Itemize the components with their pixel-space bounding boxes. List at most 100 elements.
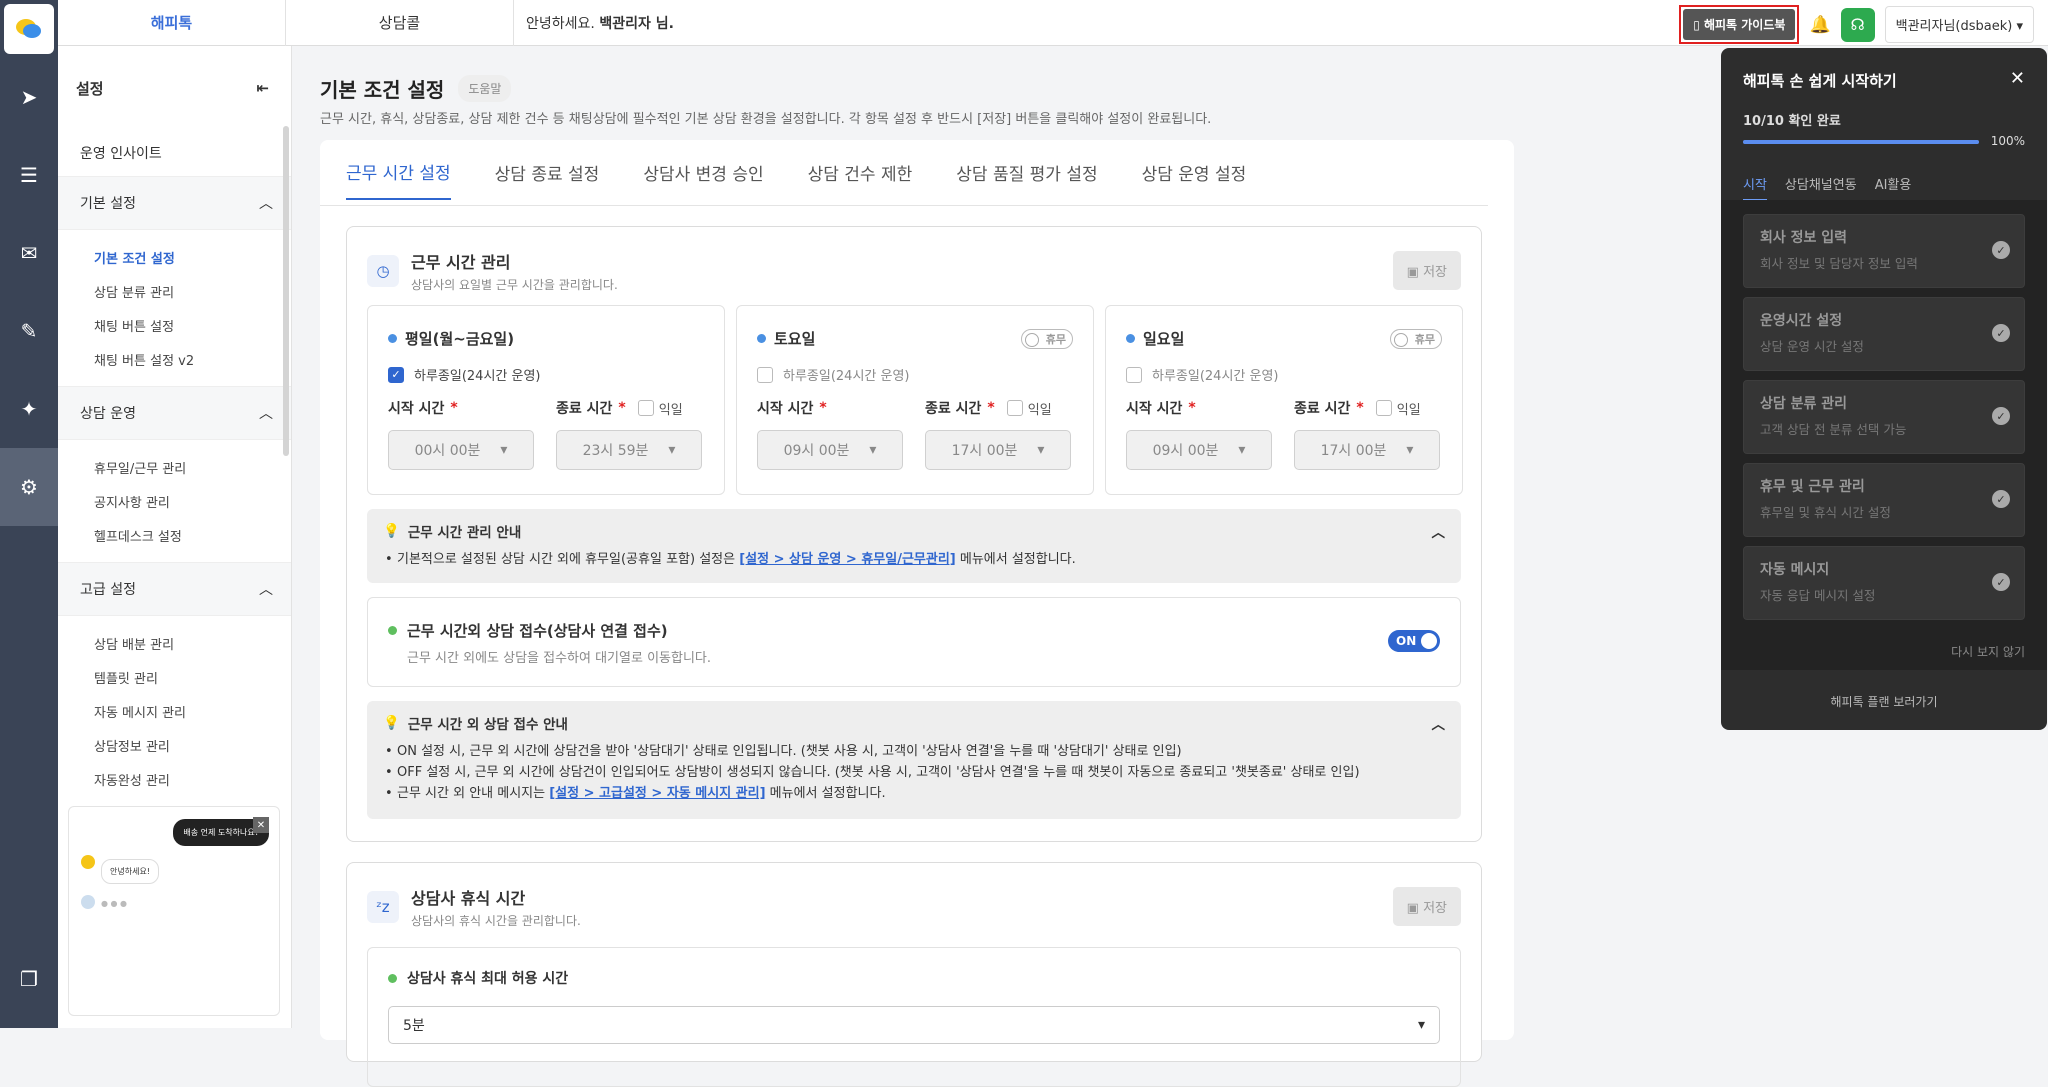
user-dropdown[interactable]: 백관리자님(dsbaek) ▾ — [1884, 6, 2034, 43]
sidebar-item-template[interactable]: 템플릿 관리 — [58, 660, 291, 694]
tab-work-time[interactable]: 근무 시간 설정 — [346, 159, 451, 200]
checklist-item[interactable]: 휴무 및 근무 관리 휴무일 및 휴식 시간 설정 ✓ — [1743, 463, 2025, 537]
tab-count-limit[interactable]: 상담 건수 제한 — [808, 160, 913, 185]
tab-consult-end[interactable]: 상담 종료 설정 — [495, 160, 600, 185]
sidebar-item-helpdesk[interactable]: 헬프데스크 설정 — [58, 518, 291, 552]
tab-quality[interactable]: 상담 품질 평가 설정 — [956, 160, 1097, 185]
ai-sparkle-icon[interactable]: ✦ — [0, 370, 58, 448]
group-label: 상담 운영 — [80, 406, 136, 422]
checklist-item[interactable]: 자동 메시지자동 응답 메시지 설정 ✓ — [1743, 546, 2025, 620]
sidebar-group-operation[interactable]: 상담 운영 ︿ — [58, 386, 291, 440]
top-right-actions: ▯ 해피톡 가이드북 🔔 ☊ 백관리자님(dsbaek) ▾ — [1679, 5, 2034, 44]
sidebar-item-basic-conditions[interactable]: 기본 조건 설정 — [58, 240, 291, 274]
guide-line: 근무 시간 외 안내 메시지는 [설정 > 고급설정 > 자동 메시지 관리] … — [383, 783, 1445, 804]
panel-tab-channel[interactable]: 상담채널연동 — [1785, 174, 1857, 201]
tab-happytalk[interactable]: 해피톡 — [58, 0, 286, 46]
sidebar-item-distribution[interactable]: 상담 배분 관리 — [58, 626, 291, 660]
start-time-value: 00시 00분 — [414, 443, 481, 459]
end-time-label: 종료 시간 — [556, 401, 613, 417]
rest-toggle[interactable]: 휴무 — [1390, 328, 1442, 349]
copy-icon[interactable]: ❐ — [0, 940, 58, 1018]
after-hours-title: 근무 시간외 상담 접수(상담사 연결 접수) — [407, 622, 668, 640]
panel-tab-start[interactable]: 시작 — [1743, 174, 1767, 201]
nextday-checkbox[interactable] — [637, 400, 654, 416]
item-title: 자동 메시지 — [1760, 562, 1830, 578]
sidebar-item-notice[interactable]: 공지사항 관리 — [58, 484, 291, 518]
nextday-label: 익일 — [1027, 402, 1052, 418]
sidebar-scrollbar[interactable] — [283, 126, 289, 456]
settings-sidebar: 설정 ⇤ 운영 인사이트 기본 설정 ︿ 기본 조건 설정 상담 분류 관리 채팅 … — [58, 46, 292, 1028]
sidebar-item-autocomplete[interactable]: 자동완성 관리 — [58, 762, 291, 796]
icon-rail: ➤ ☰ ✉ ✎ ✦ ⚙ ❐ — [0, 0, 58, 1028]
preview-close-icon[interactable]: ✕ — [253, 817, 269, 833]
sidebar-item-holiday[interactable]: 휴무일/근무 관리 — [58, 450, 291, 484]
item-subtitle: 자동 응답 메시지 설정 — [1760, 588, 1876, 603]
mail-icon[interactable]: ✉ — [0, 214, 58, 292]
item-title: 휴무 및 근무 관리 — [1760, 479, 1865, 495]
nextday-checkbox[interactable] — [1006, 400, 1023, 416]
collapse-sidebar-icon[interactable]: ⇤ — [256, 79, 269, 97]
dont-show-again-link[interactable]: 다시 보지 않기 — [1951, 643, 2025, 660]
save-label: 저장 — [1423, 265, 1447, 280]
end-time-select[interactable]: 23시 59분 ▾ — [556, 430, 702, 470]
sidebar-item-chat-button[interactable]: 채팅 버튼 설정 — [58, 308, 291, 342]
checklist-item[interactable]: 상담 분류 관리 고객 상담 전 분류 선택 가능 ✓ — [1743, 380, 2025, 454]
guidebook-button[interactable]: ▯ 해피톡 가이드북 — [1683, 9, 1796, 40]
start-time-select[interactable]: 09시 00분 ▾ — [757, 430, 903, 470]
typing-avatar-icon — [81, 895, 95, 909]
view-plans-link[interactable]: 해피톡 플랜 보러가기 — [1721, 693, 2047, 710]
sidebar-item-chat-button-v2[interactable]: 채팅 버튼 설정 v2 — [58, 342, 291, 376]
tab-consult-call[interactable]: 상담콜 — [286, 0, 514, 46]
item-subtitle: 회사 정보 및 담당자 정보 입력 — [1760, 256, 1918, 271]
send-icon[interactable]: ➤ — [0, 58, 58, 136]
caret-down-icon: ▾ — [869, 442, 877, 458]
check-icon: ✓ — [1992, 490, 2010, 508]
rest-toggle[interactable]: 휴무 — [1021, 328, 1073, 349]
section-subtitle: 상담사의 휴식 시간을 관리합니다. — [411, 914, 581, 928]
end-time-select[interactable]: 17시 00분 ▾ — [925, 430, 1071, 470]
happytalk-logo[interactable] — [4, 4, 54, 54]
start-time-select[interactable]: 09시 00분 ▾ — [1126, 430, 1272, 470]
start-time-select[interactable]: 00시 00분 ▾ — [388, 430, 534, 470]
allday-checkbox[interactable]: ✓ — [388, 366, 404, 383]
nextday-checkbox[interactable] — [1375, 400, 1392, 416]
sidebar-group-basic[interactable]: 기본 설정 ︿ — [58, 176, 291, 230]
check-icon: ✓ — [1992, 573, 2010, 591]
required-mark: * — [819, 400, 827, 416]
sidebar-group-advanced[interactable]: 고급 설정 ︿ — [58, 562, 291, 616]
auto-message-menu-link[interactable]: [설정 > 고급설정 > 자동 메시지 관리] — [549, 786, 765, 801]
holiday-menu-link[interactable]: [설정 > 상담 운영 > 휴무일/근무관리] — [739, 552, 956, 567]
tab-agent-change[interactable]: 상담사 변경 승인 — [643, 160, 763, 185]
end-time-select[interactable]: 17시 00분 ▾ — [1294, 430, 1440, 470]
caret-down-icon: ▾ — [500, 442, 508, 458]
panel-tab-ai[interactable]: AI활용 — [1875, 174, 1912, 201]
allday-checkbox[interactable] — [757, 366, 773, 383]
save-button[interactable]: ▣ 저장 — [1392, 887, 1461, 926]
help-button[interactable]: 도움말 — [458, 75, 512, 102]
save-label: 저장 — [1423, 901, 1447, 916]
edit-chat-icon[interactable]: ✎ — [0, 292, 58, 370]
settings-icon[interactable]: ⚙ — [0, 448, 58, 526]
close-icon[interactable]: ✕ — [2010, 68, 2025, 89]
save-button[interactable]: ▣ 저장 — [1392, 251, 1461, 290]
checklist-item[interactable]: 회사 정보 입력 회사 정보 및 담당자 정보 입력 ✓ — [1743, 214, 2025, 288]
sidebar-item-insight[interactable]: 운영 인사이트 — [58, 130, 291, 176]
status-dot — [388, 626, 397, 635]
caret-down-icon: ▾ — [1417, 1017, 1425, 1033]
sidebar-item-consult-info[interactable]: 상담정보 관리 — [58, 728, 291, 762]
sidebar-item-auto-message[interactable]: 자동 메시지 관리 — [58, 694, 291, 728]
chevron-up-icon[interactable]: ︿ — [1432, 713, 1446, 733]
list-icon[interactable]: ☰ — [0, 136, 58, 214]
day-name: 일요일 — [1143, 330, 1185, 348]
checklist-item[interactable]: 운영시간 설정 상담 운영 시간 설정 ✓ — [1743, 297, 2025, 371]
chevron-up-icon[interactable]: ︿ — [1432, 521, 1446, 541]
bulb-icon: 💡 — [383, 523, 400, 539]
rest-max-select[interactable]: 5분 ▾ — [388, 1006, 1440, 1044]
sidebar-item-category[interactable]: 상담 분류 관리 — [58, 274, 291, 308]
allday-checkbox[interactable] — [1126, 366, 1142, 383]
section-title: 근무 시간 관리 — [411, 253, 511, 272]
bell-icon[interactable]: 🔔 — [1809, 15, 1830, 35]
tab-operation[interactable]: 상담 운영 설정 — [1142, 160, 1247, 185]
headset-icon[interactable]: ☊ — [1840, 7, 1875, 42]
after-hours-toggle[interactable]: ON — [1388, 630, 1440, 652]
